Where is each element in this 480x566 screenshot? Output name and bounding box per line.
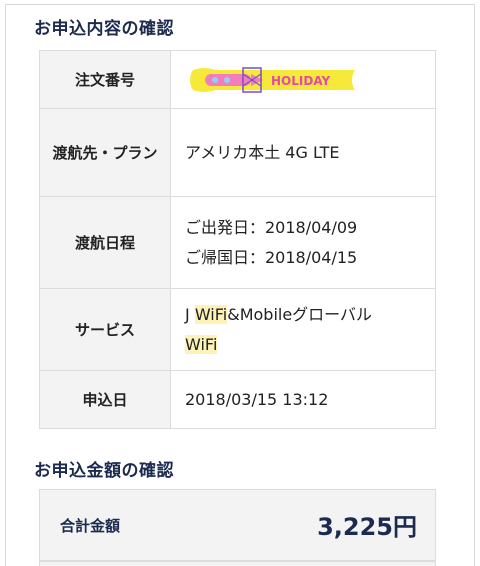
order-number-label: 注文番号 <box>39 50 171 109</box>
table-row: 渡航日程 ご出発日：2018/04/09 ご帰国日：2018/04/15 <box>39 196 436 289</box>
apply-date-value: 2018/03/15 13:12 <box>170 370 436 429</box>
total-amount-value: 3,225円 <box>317 513 417 541</box>
apply-date-label: 申込日 <box>39 370 171 429</box>
destination-label: 渡航先・プラン <box>39 108 171 197</box>
table-row: 渡航先・プラン アメリカ本土 4G LTE <box>39 108 436 197</box>
next-row-partial <box>39 561 436 566</box>
table-row: 申込日 2018/03/15 13:12 <box>39 370 436 429</box>
holiday-logo-text: HOLIDAY <box>271 74 330 88</box>
return-date: ご帰国日：2018/04/15 <box>185 247 358 267</box>
service-label: サービス <box>39 288 171 371</box>
amount-section-title: お申込金額の確認 <box>34 461 174 481</box>
service-wifi-highlight-2: WiFi <box>185 334 218 354</box>
order-number-value: HOLIDAY <box>170 50 436 109</box>
destination-value: アメリカ本土 4G LTE <box>170 108 436 197</box>
schedule-value: ご出発日：2018/04/09 ご帰国日：2018/04/15 <box>170 196 436 289</box>
service-value: J WiFi&Mobileグローバル WiFi <box>170 288 436 371</box>
holiday-sticker-icon: HOLIDAY <box>190 66 355 93</box>
page-frame: お申込内容の確認 注文番号 HOLIDAY 渡航先・プラン アメリカ本土 4G … <box>5 4 475 566</box>
total-amount-row: 合計金額 3,225円 <box>39 489 436 561</box>
service-prefix: J <box>185 304 195 324</box>
service-wifi-highlight: WiFi <box>194 304 228 324</box>
order-section-title: お申込内容の確認 <box>34 19 174 39</box>
table-row: サービス J WiFi&Mobileグローバル WiFi <box>39 288 436 371</box>
service-middle: &Mobileグローバル <box>227 304 373 324</box>
table-row: 注文番号 HOLIDAY <box>39 50 436 109</box>
departure-date: ご出発日：2018/04/09 <box>185 217 358 237</box>
schedule-label: 渡航日程 <box>39 196 171 289</box>
total-label: 合計金額 <box>60 517 121 535</box>
order-details-table: 注文番号 HOLIDAY 渡航先・プラン アメリカ本土 4G LTE 渡航日程 <box>39 50 436 429</box>
